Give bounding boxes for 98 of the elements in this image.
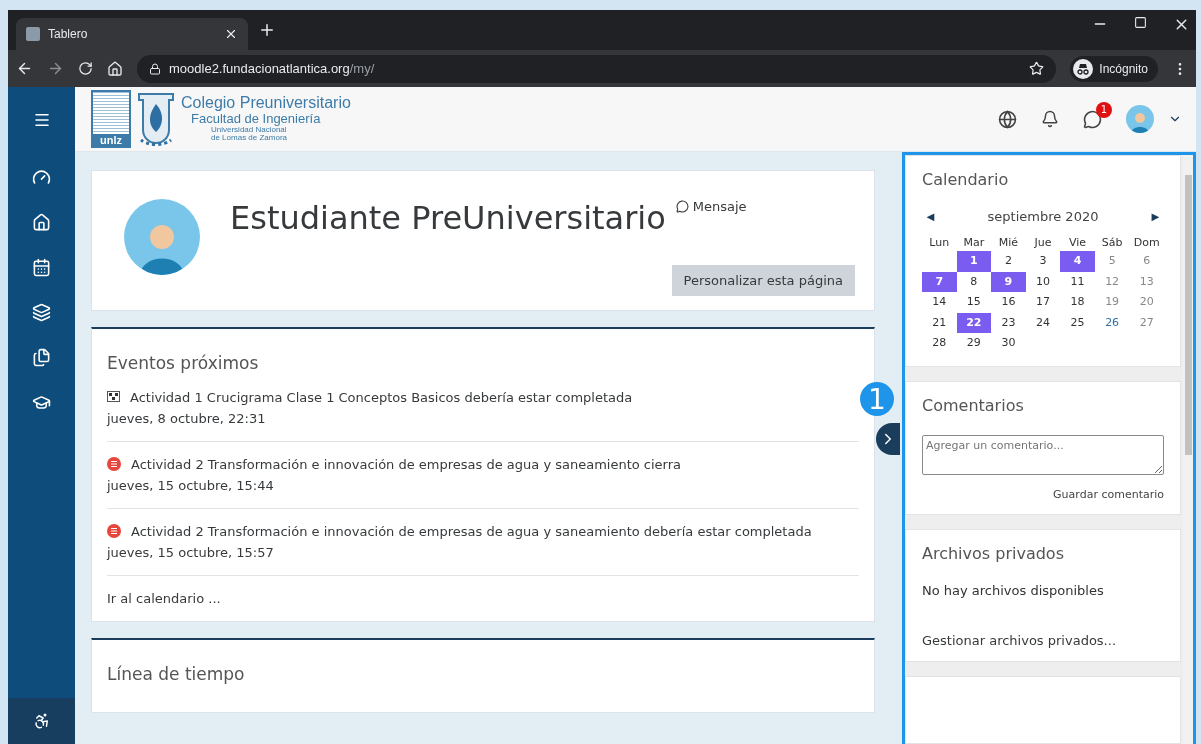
- card-title: Línea de tiempo: [107, 664, 246, 684]
- logo-mark: unlz: [91, 90, 131, 148]
- calendar-day: 20: [1129, 292, 1164, 313]
- calendar-day: 8: [956, 271, 992, 292]
- logo-university-line: Universidad Nacional: [210, 125, 287, 135]
- bell-icon[interactable]: [1041, 110, 1059, 128]
- new-tab-button[interactable]: [258, 21, 276, 39]
- chat-icon: [675, 200, 689, 213]
- calendar-event-day[interactable]: 4: [1060, 251, 1095, 272]
- previous-month-button[interactable]: ◄: [922, 209, 939, 224]
- notification-badge: 1: [1096, 101, 1112, 118]
- weekday-label: Jue: [1033, 235, 1053, 251]
- globe-icon[interactable]: [998, 109, 1017, 129]
- logo-university-line: de Lomas de Zamora: [210, 134, 289, 143]
- next-month-button[interactable]: ►: [1147, 209, 1164, 224]
- back-button[interactable]: [16, 60, 33, 77]
- event-link[interactable]: Actividad 2 Transformación e innovación de empresas de agua y saneamiento debería estar completada: [131, 524, 812, 539]
- calendar-day: 19: [1094, 292, 1130, 313]
- calendar-day: 16: [991, 292, 1026, 313]
- home-icon[interactable]: [32, 213, 51, 232]
- event-date: jueves, 15 octubre, 15:57: [107, 544, 275, 562]
- calendar-day: 12: [1094, 271, 1130, 292]
- calendar-day: 13: [1129, 271, 1164, 292]
- calendar-day: 27: [1129, 312, 1164, 333]
- calendar-event-day[interactable]: 7: [922, 271, 957, 292]
- event-date: jueves, 15 octubre, 15:44: [107, 477, 275, 495]
- calendar-day: 14: [922, 292, 957, 313]
- annotation-marker: 1: [860, 382, 894, 416]
- card-title: Eventos próximos: [107, 353, 260, 373]
- dashboard-icon[interactable]: [32, 168, 51, 187]
- manage-files-link[interactable]: Gestionar archivos privados...: [922, 632, 1116, 648]
- weekday-label: Dom: [1132, 235, 1161, 251]
- assignment-icon: [107, 524, 121, 538]
- calendar-day: 26: [1094, 312, 1130, 333]
- home-button[interactable]: [107, 60, 123, 77]
- calendar-day: 18: [1060, 292, 1095, 313]
- event-date: jueves, 8 octubre, 22:31: [107, 410, 267, 428]
- user-menu-button[interactable]: [1126, 105, 1182, 133]
- weekday-label: Mar: [962, 235, 986, 251]
- person-silhouette-icon: [1130, 111, 1150, 133]
- calendar-event-day[interactable]: 9: [991, 271, 1026, 292]
- calendar-day: 3: [1025, 251, 1061, 272]
- weekday-label: Mié: [997, 235, 1020, 251]
- calendar-day: 10: [1025, 271, 1061, 292]
- incognito-icon: [1073, 58, 1094, 79]
- event-link[interactable]: Actividad 2 Transformación e innovación de empresas de agua y saneamiento cierra: [131, 457, 682, 472]
- save-comment-link[interactable]: Guardar comentario: [1053, 487, 1164, 501]
- event-link[interactable]: Actividad 1 Crucigrama Clase 1 Conceptos Basicos debería estar completada: [130, 390, 633, 405]
- calendar-icon[interactable]: [32, 258, 51, 277]
- assignment-icon: [107, 457, 121, 471]
- forward-button[interactable]: [47, 60, 64, 77]
- browser-tab[interactable]: Tablero: [16, 18, 248, 50]
- customize-page-button[interactable]: Personalizar esta página: [671, 265, 855, 296]
- block-title: Comentarios: [922, 395, 1025, 415]
- graduation-cap-icon[interactable]: [32, 393, 51, 412]
- messages-button[interactable]: [1083, 109, 1102, 129]
- calendar-day: 5: [1094, 251, 1130, 272]
- weekday-label: Sáb: [1100, 235, 1124, 251]
- torch-emblem-icon: [135, 90, 177, 148]
- lock-icon: [149, 62, 161, 75]
- message-link[interactable]: Mensaje: [675, 199, 747, 214]
- weekday-label: Lun: [928, 235, 951, 251]
- calendar-day: 24: [1025, 312, 1061, 333]
- drawer-toggle-button[interactable]: [876, 423, 900, 455]
- calendar-day: 21: [922, 312, 957, 333]
- calendar-event-day[interactable]: 1: [956, 251, 992, 272]
- accessibility-icon[interactable]: [32, 712, 51, 730]
- crossword-icon: [107, 391, 120, 402]
- calendar-day: 6: [1129, 251, 1164, 272]
- calendar-day: 23: [991, 312, 1026, 333]
- address-bar[interactable]: moodle2.fundacionatlantica.org/my/: [137, 54, 1057, 83]
- empty-files-text: No hay archivos disponibles: [922, 582, 1105, 598]
- comment-input[interactable]: Agregar un comentario...: [922, 434, 1164, 475]
- calendar-day: 11: [1060, 271, 1095, 292]
- logo-subtitle: Facultad de Ingeniería: [190, 112, 322, 126]
- calendar-event-day[interactable]: 22: [956, 312, 992, 333]
- reload-button[interactable]: [78, 61, 93, 76]
- favicon-icon: [26, 27, 40, 41]
- calendar-day: 17: [1025, 292, 1061, 313]
- star-icon[interactable]: [1029, 61, 1045, 76]
- block-title: Calendario: [922, 170, 1010, 189]
- profile-button[interactable]: Incógnito: [1070, 55, 1158, 82]
- block-title: Archivos privados: [922, 543, 1065, 563]
- calendar-day: 25: [1060, 312, 1095, 333]
- files-icon[interactable]: [32, 348, 51, 367]
- month-label: septiembre 2020: [987, 209, 1099, 224]
- layers-icon[interactable]: [32, 303, 51, 322]
- calendar-day: 28: [922, 333, 957, 354]
- weekday-label: Vie: [1068, 235, 1088, 251]
- calendar-day: 30: [991, 333, 1026, 354]
- calendar-day: 29: [956, 333, 992, 354]
- logo-title: Colegio Preuniversitario: [181, 95, 351, 113]
- profile-name: Estudiante PreUniversitario: [230, 199, 666, 237]
- calendar-day: 2: [991, 251, 1026, 272]
- calendar-day: 15: [956, 292, 992, 313]
- scrollbar-thumb[interactable]: [1184, 175, 1192, 455]
- close-icon[interactable]: [224, 27, 238, 41]
- calendar-link[interactable]: Ir al calendario ...: [107, 591, 221, 606]
